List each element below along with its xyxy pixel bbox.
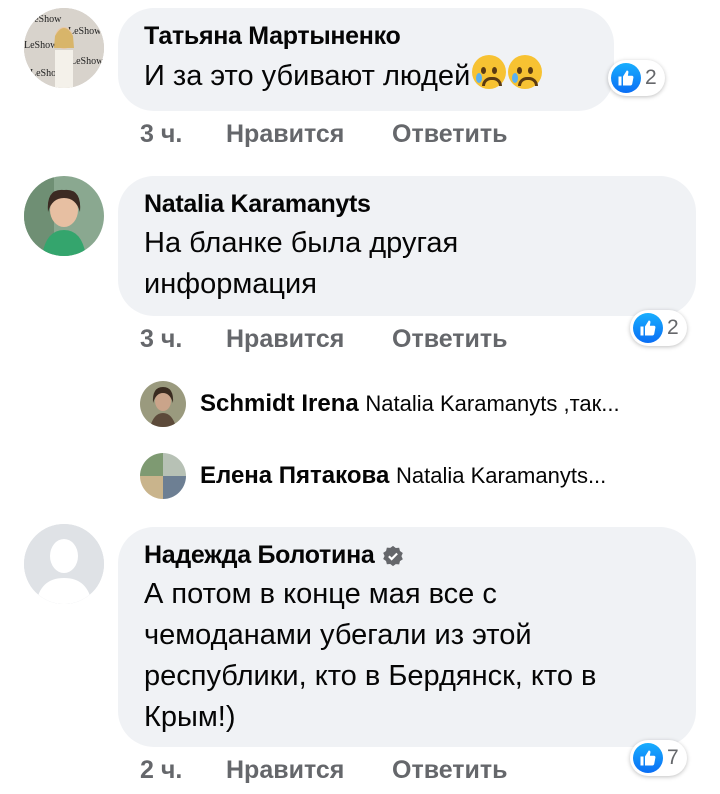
reaction-count[interactable]: 2 (630, 310, 687, 346)
svg-text:LeShow: LeShow (28, 14, 62, 25)
like-icon (611, 63, 641, 93)
like-link[interactable]: Нравится (226, 120, 392, 149)
comment-author[interactable]: Татьяна Мартыненко (144, 22, 588, 51)
verified-badge-icon (383, 545, 404, 566)
reply-text: Елена Пятакова Natalia Karamanyts... (200, 462, 606, 490)
timestamp[interactable]: 3 ч. (140, 120, 226, 149)
reply-text: Schmidt Irena Natalia Karamanyts ,так... (200, 390, 620, 418)
avatar[interactable] (24, 176, 104, 256)
avatar[interactable] (24, 524, 104, 604)
avatar (140, 453, 186, 499)
reply-preview[interactable]: Schmidt Irena Natalia Karamanyts ,так... (140, 381, 620, 427)
comment-author[interactable]: Natalia Karamanyts (144, 190, 670, 219)
svg-text:LeShow: LeShow (24, 40, 58, 51)
svg-text:LeShow: LeShow (68, 26, 102, 37)
comment-text: На бланке была другая информация (144, 227, 459, 300)
reply-snippet: Natalia Karamanyts ,так... (365, 391, 620, 416)
reaction-count[interactable]: 2 (608, 60, 665, 96)
like-link[interactable]: Нравится (226, 756, 392, 785)
reply-link[interactable]: Ответить (392, 325, 508, 354)
comment-actions: 3 ч. Нравится Ответить (140, 120, 508, 149)
comment-bubble: Надежда Болотина А потом в конце мая все… (118, 527, 696, 747)
crying-face-emoji (508, 55, 543, 89)
comment-text: А потом в конце мая все с чемоданами убе… (144, 578, 597, 733)
comment-actions: 3 ч. Нравится Ответить (140, 325, 508, 354)
reaction-count[interactable]: 7 (630, 740, 687, 776)
like-link[interactable]: Нравится (226, 325, 392, 354)
like-icon (633, 313, 663, 343)
avatar[interactable]: LeShow LeShow LeShow LeShow LeShow (24, 8, 104, 88)
reply-link[interactable]: Ответить (392, 120, 508, 149)
comment-text: И за это убивают людей (144, 55, 588, 97)
crying-face-emoji (472, 55, 507, 89)
comment-bubble: Татьяна Мартыненко И за это убивают люде… (118, 8, 614, 111)
comment-actions: 2 ч. Нравится Ответить (140, 756, 508, 785)
like-icon (633, 743, 663, 773)
avatar (140, 381, 186, 427)
comment-author[interactable]: Надежда Болотина (144, 541, 670, 570)
timestamp[interactable]: 2 ч. (140, 756, 226, 785)
reply-preview[interactable]: Елена Пятакова Natalia Karamanyts... (140, 453, 606, 499)
svg-text:LeShow: LeShow (70, 56, 104, 67)
timestamp[interactable]: 3 ч. (140, 325, 226, 354)
comment-bubble: Natalia Karamanyts На бланке была другая… (118, 176, 696, 316)
reply-author: Елена Пятакова (200, 462, 390, 489)
reply-link[interactable]: Ответить (392, 756, 508, 785)
reply-snippet: Natalia Karamanyts... (395, 463, 607, 488)
reply-author: Schmidt Irena (200, 390, 359, 417)
